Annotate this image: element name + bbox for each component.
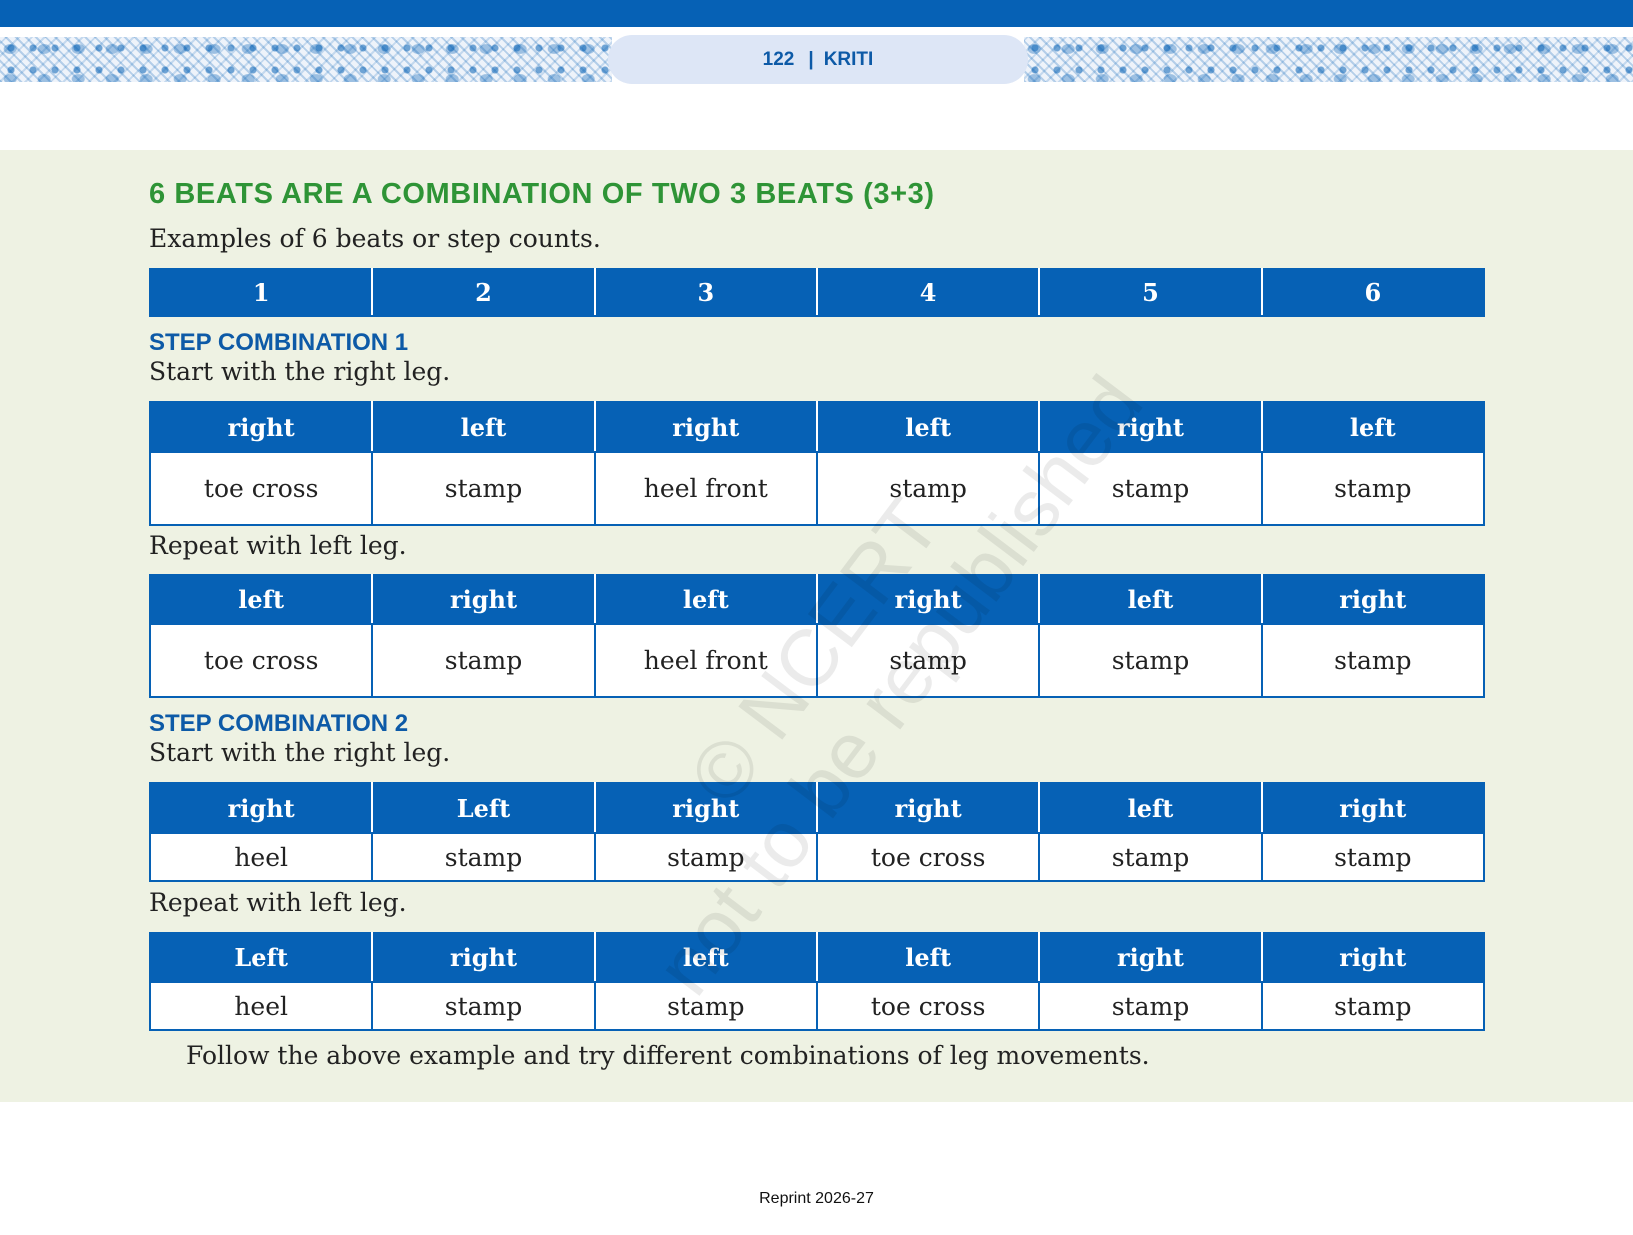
- combo2-right-start-table: right Left right right left right heel s…: [148, 782, 1486, 882]
- leg-cell: Left: [148, 932, 374, 983]
- beat-count: 6: [1260, 268, 1486, 317]
- leg-cell: left: [1038, 574, 1263, 625]
- beat-count: 4: [815, 268, 1041, 317]
- move-cell: heel: [148, 981, 374, 1031]
- leg-cell: right: [148, 401, 374, 453]
- paisley-border-right: [1024, 37, 1633, 82]
- paisley-border-left: [0, 37, 612, 82]
- closing-instruction: Follow the above example and try differe…: [186, 1041, 1150, 1070]
- move-cell: toe cross: [148, 451, 374, 526]
- move-cell: stamp: [815, 451, 1041, 526]
- intro-text: Examples of 6 beats or step counts.: [149, 224, 601, 253]
- leg-cell: right: [1038, 932, 1263, 983]
- leg-cell: right: [815, 782, 1041, 834]
- top-color-bar: [0, 0, 1633, 27]
- combo2-left-start-table: Left right left left right right heel st…: [148, 932, 1486, 1031]
- leg-cell: left: [1038, 782, 1263, 834]
- move-cell: stamp: [1260, 981, 1486, 1031]
- leg-cell: left: [593, 932, 818, 983]
- move-cell: heel: [148, 832, 374, 882]
- move-cell: heel front: [593, 623, 818, 698]
- leg-cell: right: [593, 782, 818, 834]
- move-cell: stamp: [371, 981, 596, 1031]
- move-cell: stamp: [815, 623, 1041, 698]
- leg-cell: left: [1260, 401, 1486, 453]
- move-cell: stamp: [1038, 451, 1263, 526]
- page-number: 122: [762, 48, 795, 70]
- move-cell: stamp: [371, 451, 596, 526]
- reprint-footer: Reprint 2026-27: [759, 1190, 874, 1207]
- leg-cell: right: [815, 574, 1041, 625]
- move-cell: stamp: [371, 623, 596, 698]
- book-title: KRITI: [823, 48, 874, 70]
- leg-cell: left: [815, 932, 1041, 983]
- move-cell: stamp: [1260, 832, 1486, 882]
- leg-cell: right: [148, 782, 374, 834]
- section-heading: 6 BEATS ARE A COMBINATION OF TWO 3 BEATS…: [149, 178, 935, 210]
- leg-cell: left: [593, 574, 818, 625]
- move-cell: toe cross: [148, 623, 374, 698]
- leg-cell: left: [148, 574, 374, 625]
- combo1-left-start-table: left right left right left right toe cro…: [148, 574, 1486, 698]
- combo1-start-text: Start with the right leg.: [149, 357, 451, 386]
- leg-cell: Left: [371, 782, 596, 834]
- page-header-pill: 122 | KRITI: [608, 35, 1028, 84]
- beat-count-table: 1 2 3 4 5 6: [148, 268, 1486, 317]
- move-cell: stamp: [1260, 451, 1486, 526]
- combo2-start-text: Start with the right leg.: [149, 738, 451, 767]
- move-cell: stamp: [371, 832, 596, 882]
- move-cell: stamp: [593, 832, 818, 882]
- combo2-repeat-text: Repeat with left leg.: [149, 888, 407, 917]
- beat-count: 2: [371, 268, 596, 317]
- header-separator: |: [808, 48, 814, 70]
- step-combination-1-title: STEP COMBINATION 1: [149, 329, 409, 356]
- move-cell: toe cross: [815, 832, 1041, 882]
- leg-cell: right: [1260, 574, 1486, 625]
- move-cell: heel front: [593, 451, 818, 526]
- move-cell: stamp: [1260, 623, 1486, 698]
- leg-cell: right: [1260, 782, 1486, 834]
- beat-count: 5: [1038, 268, 1263, 317]
- leg-cell: right: [371, 932, 596, 983]
- leg-cell: right: [1260, 932, 1486, 983]
- move-cell: toe cross: [815, 981, 1041, 1031]
- leg-cell: right: [593, 401, 818, 453]
- move-cell: stamp: [593, 981, 818, 1031]
- step-combination-2-title: STEP COMBINATION 2: [149, 710, 409, 737]
- move-cell: stamp: [1038, 832, 1263, 882]
- beat-count: 1: [148, 268, 374, 317]
- move-cell: stamp: [1038, 981, 1263, 1031]
- leg-cell: left: [815, 401, 1041, 453]
- combo1-repeat-text: Repeat with left leg.: [149, 531, 407, 560]
- leg-cell: right: [1038, 401, 1263, 453]
- combo1-right-start-table: right left right left right left toe cro…: [148, 401, 1486, 526]
- leg-cell: right: [371, 574, 596, 625]
- leg-cell: left: [371, 401, 596, 453]
- move-cell: stamp: [1038, 623, 1263, 698]
- beat-count: 3: [593, 268, 818, 317]
